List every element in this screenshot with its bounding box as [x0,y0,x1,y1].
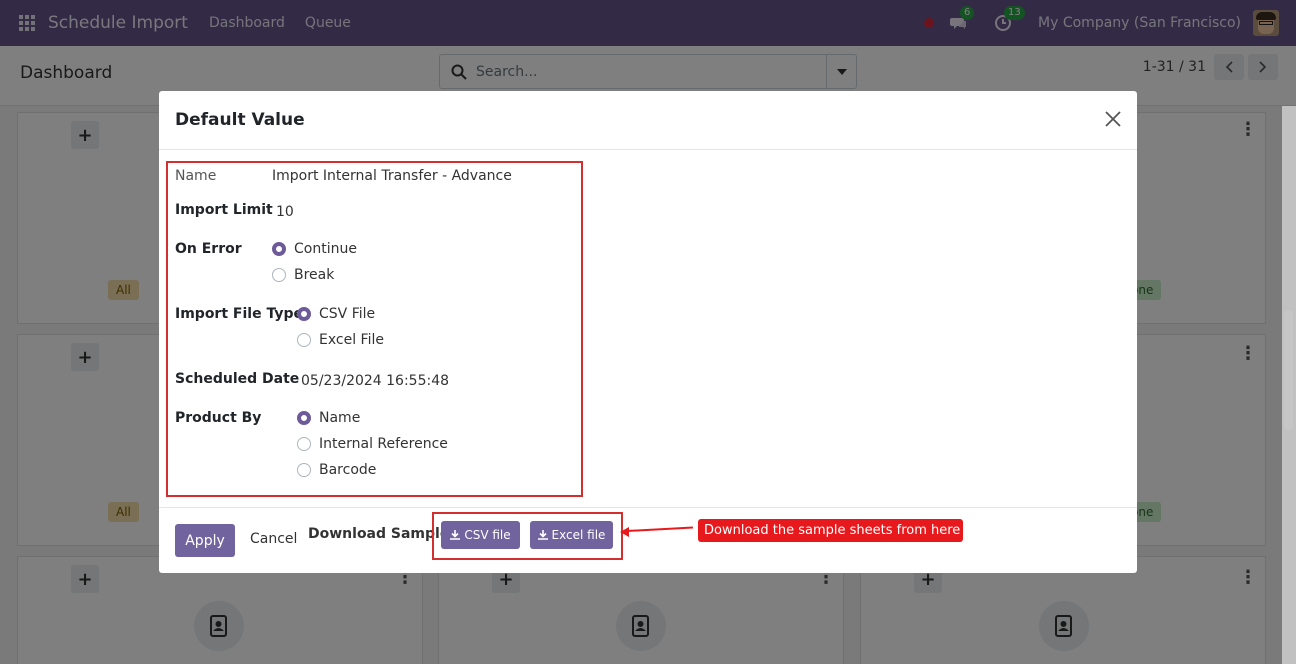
scheduled-date-input[interactable]: 05/23/2024 16:55:48 [301,373,449,389]
product-by-name-radio[interactable]: Name [297,410,360,426]
import-limit-label: Import Limit [175,202,273,218]
radio-label: Name [319,410,361,426]
radio-label: Barcode [319,462,377,478]
download-icon [537,530,548,540]
on-error-continue-radio[interactable]: Continue [272,241,357,257]
name-value: Import Internal Transfer - Advance [272,168,512,184]
scrollbar-thumb[interactable] [1284,310,1293,430]
radio-label: CSV File [319,306,376,322]
radio-label: Excel File [319,332,384,348]
excel-button-label: Excel file [551,528,606,542]
radio-label: Internal Reference [319,436,448,452]
import-limit-input[interactable]: 10 [276,204,294,220]
csv-button-label: CSV file [464,528,511,542]
annotation-callout: Download the sample sheets from here [698,519,963,542]
on-error-label: On Error [175,241,242,257]
product-by-barcode-radio[interactable]: Barcode [297,462,376,478]
radio-unselected-icon [297,437,311,451]
download-csv-button[interactable]: CSV file [441,521,520,549]
dialog-header: Default Value [159,91,1137,150]
radio-selected-icon [297,411,311,425]
name-label: Name [175,168,217,184]
import-file-type-label: Import File Type [175,306,303,322]
product-by-internal-reference-radio[interactable]: Internal Reference [297,436,448,452]
download-icon [450,530,461,540]
default-value-dialog: Default Value Name Import Internal Trans… [159,91,1137,573]
scheduled-date-label: Scheduled Date [175,371,300,387]
radio-selected-icon [297,307,311,321]
on-error-break-radio[interactable]: Break [272,267,334,283]
close-icon[interactable] [1103,109,1123,129]
annotation-arrow-head-icon [620,527,629,537]
dialog-title: Default Value [175,110,305,130]
radio-unselected-icon [297,463,311,477]
radio-unselected-icon [297,333,311,347]
file-type-excel-radio[interactable]: Excel File [297,332,384,348]
dialog-footer: Apply Cancel Download Sample: CSV file E… [159,507,1137,573]
apply-button[interactable]: Apply [175,524,235,557]
product-by-label: Product By [175,410,262,426]
radio-selected-icon [272,242,286,256]
radio-unselected-icon [272,268,286,282]
radio-label: Continue [294,241,357,257]
cancel-button[interactable]: Cancel [250,531,297,547]
radio-label: Break [294,267,335,283]
dialog-body: Name Import Internal Transfer - Advance … [159,150,1137,506]
file-type-csv-radio[interactable]: CSV File [297,306,375,322]
download-excel-button[interactable]: Excel file [530,521,613,549]
